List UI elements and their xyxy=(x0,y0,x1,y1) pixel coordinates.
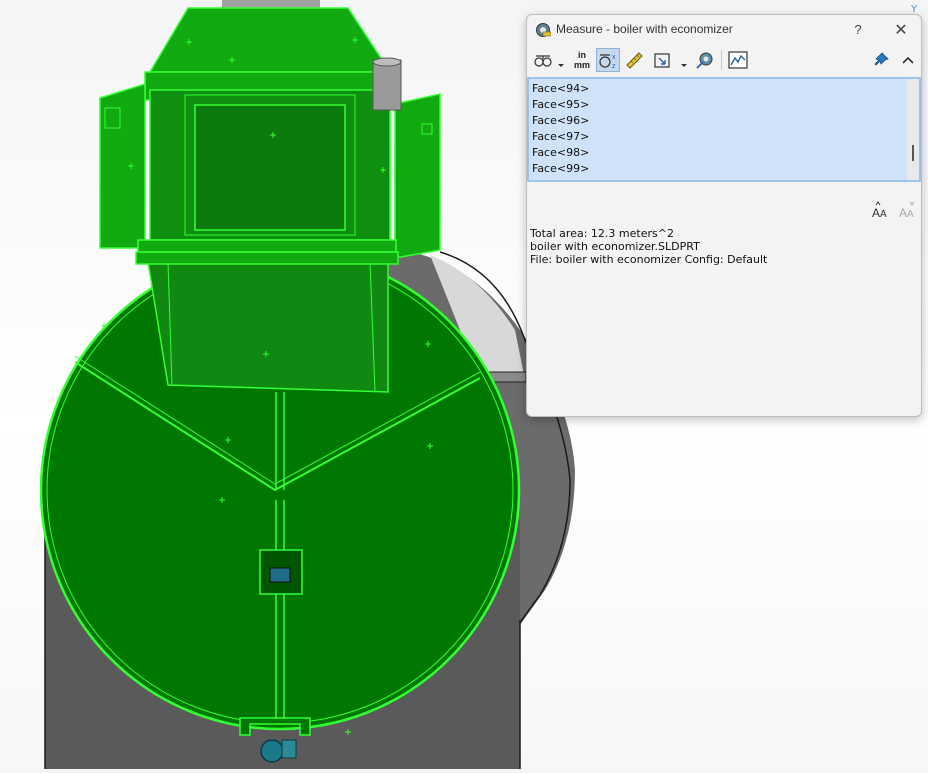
create-sensor-icon[interactable] xyxy=(726,48,750,72)
measure-results: Total area: 12.3 meters^2 boiler with ec… xyxy=(530,227,915,266)
list-item[interactable]: Face<96> xyxy=(532,113,589,129)
dialog-title: Measure - boiler with economizer xyxy=(556,22,733,36)
dialog-titlebar[interactable]: Measure - boiler with economizer ? ✕ xyxy=(527,15,921,45)
measure-tape-icon xyxy=(535,22,552,38)
projection-icon[interactable] xyxy=(651,48,675,72)
total-area-text: Total area: 12.3 meters^2 xyxy=(530,227,674,240)
show-xyz-icon[interactable]: x z xyxy=(596,48,620,72)
svg-text:A: A xyxy=(872,206,880,220)
units-bottom-label: mm xyxy=(574,60,590,70)
file-config-text: File: boiler with economizer Config: Def… xyxy=(530,253,768,266)
chevron-down-icon[interactable] xyxy=(557,55,565,67)
list-item[interactable]: Face<99> xyxy=(532,161,589,177)
measure-dialog[interactable]: Measure - boiler with economizer ? ✕ in … xyxy=(526,14,922,417)
collapse-icon[interactable] xyxy=(896,48,920,72)
list-item[interactable]: Face<97> xyxy=(532,129,589,145)
units-precision-icon[interactable]: in mm xyxy=(570,48,594,72)
svg-text:A: A xyxy=(907,209,914,220)
units-top-label: in xyxy=(578,50,586,60)
toolbar-separator xyxy=(721,50,722,70)
pin-icon[interactable] xyxy=(869,48,893,72)
svg-text:A: A xyxy=(899,206,907,220)
arc-circle-measure-icon[interactable] xyxy=(531,48,555,72)
measurement-history-icon[interactable] xyxy=(693,48,717,72)
list-scrollbar[interactable] xyxy=(907,79,919,180)
svg-text:z: z xyxy=(612,63,616,70)
scrollbar-thumb[interactable] xyxy=(912,145,914,161)
selection-list[interactable]: Face<94> Face<95> Face<96> Face<97> Face… xyxy=(527,77,921,182)
svg-text:x: x xyxy=(612,54,616,61)
list-item[interactable]: Face<95> xyxy=(532,97,589,113)
chevron-down-icon[interactable] xyxy=(680,55,688,67)
close-button[interactable]: ✕ xyxy=(891,20,911,40)
measure-toolbar: in mm x z xyxy=(527,47,921,73)
list-item[interactable]: Face<94> xyxy=(532,81,589,97)
increase-font-icon[interactable]: A A xyxy=(870,201,892,221)
point-to-point-icon[interactable] xyxy=(622,48,646,72)
part-name-text: boiler with economizer.SLDPRT xyxy=(530,240,700,253)
decrease-font-icon[interactable]: A A xyxy=(897,201,919,221)
svg-text:A: A xyxy=(880,209,887,220)
help-button[interactable]: ? xyxy=(849,20,867,40)
list-item[interactable]: Face<98> xyxy=(532,145,589,161)
